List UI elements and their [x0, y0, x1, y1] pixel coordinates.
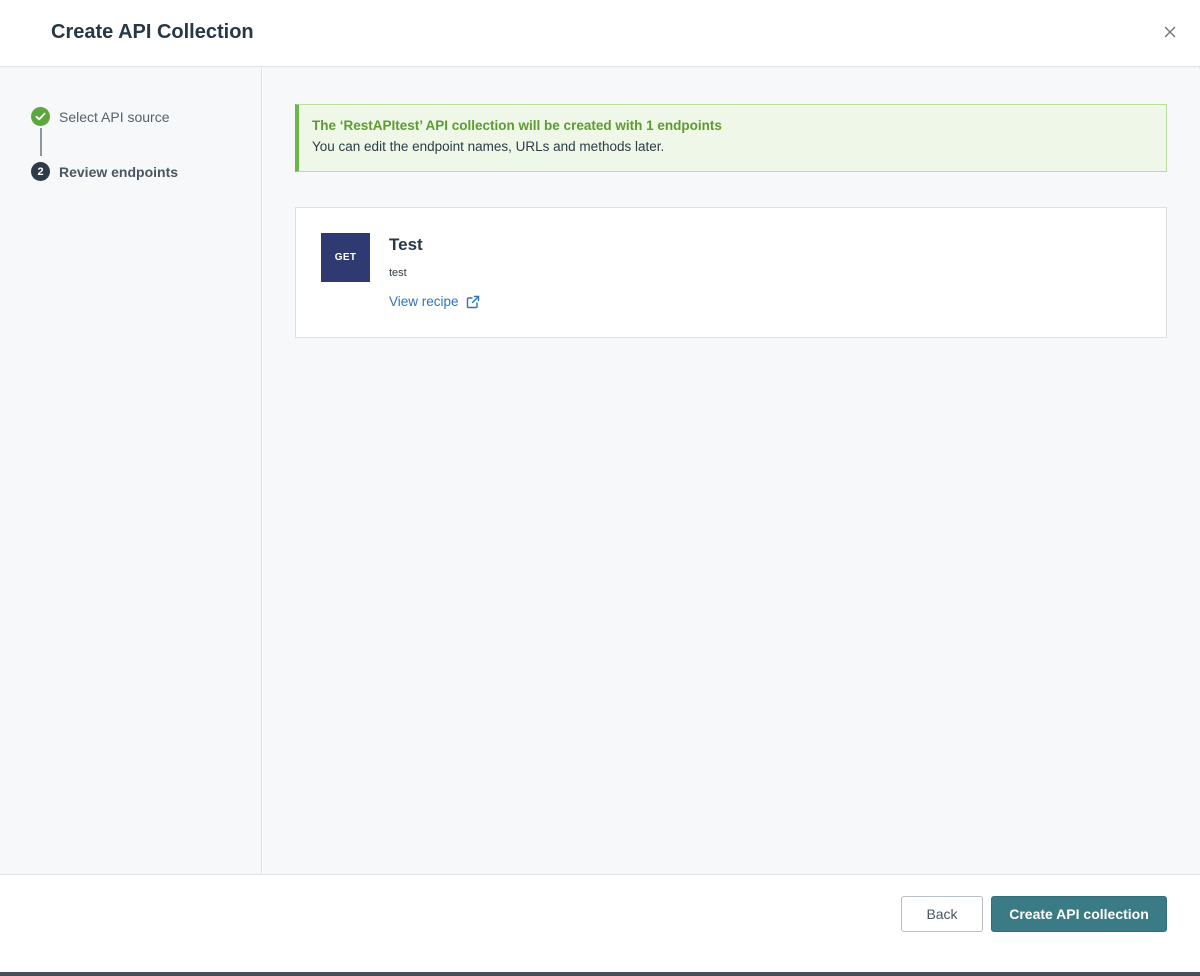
- create-api-collection-modal: Create API Collection Select API source …: [0, 0, 1200, 973]
- close-icon[interactable]: [1160, 22, 1180, 42]
- endpoint-card: GET Test test View recipe: [295, 207, 1167, 338]
- step-label: Review endpoints: [59, 163, 179, 180]
- modal-header: Create API Collection: [0, 0, 1200, 67]
- check-icon: [31, 107, 50, 126]
- modal-title: Create API Collection: [51, 21, 254, 43]
- alert-text: You can edit the endpoint names, URLs an…: [312, 139, 665, 154]
- view-recipe-link[interactable]: View recipe: [389, 294, 480, 309]
- step-label: Select API source: [59, 108, 170, 125]
- step-number: 2: [31, 162, 50, 181]
- main-content: [263, 68, 1200, 874]
- view-recipe-label: View recipe: [389, 294, 459, 309]
- endpoint-path: test: [389, 267, 407, 279]
- step-select-api-source: Select API source: [31, 107, 170, 126]
- wizard-steps-sidebar: [0, 68, 262, 874]
- create-api-collection-button[interactable]: Create API collection: [991, 896, 1167, 932]
- alert-title: The ‘RestAPItest’ API collection will be…: [312, 118, 722, 133]
- external-link-icon: [466, 295, 479, 308]
- method-badge: GET: [321, 233, 370, 282]
- endpoint-name: Test: [389, 235, 423, 254]
- step-connector: [40, 128, 42, 156]
- success-alert: The ‘RestAPItest’ API collection will be…: [295, 104, 1167, 172]
- modal-footer: Back Create API collection: [0, 874, 1200, 972]
- modal-edge: [0, 972, 1200, 976]
- back-button[interactable]: Back: [901, 896, 983, 932]
- step-review-endpoints: 2 Review endpoints: [31, 162, 178, 181]
